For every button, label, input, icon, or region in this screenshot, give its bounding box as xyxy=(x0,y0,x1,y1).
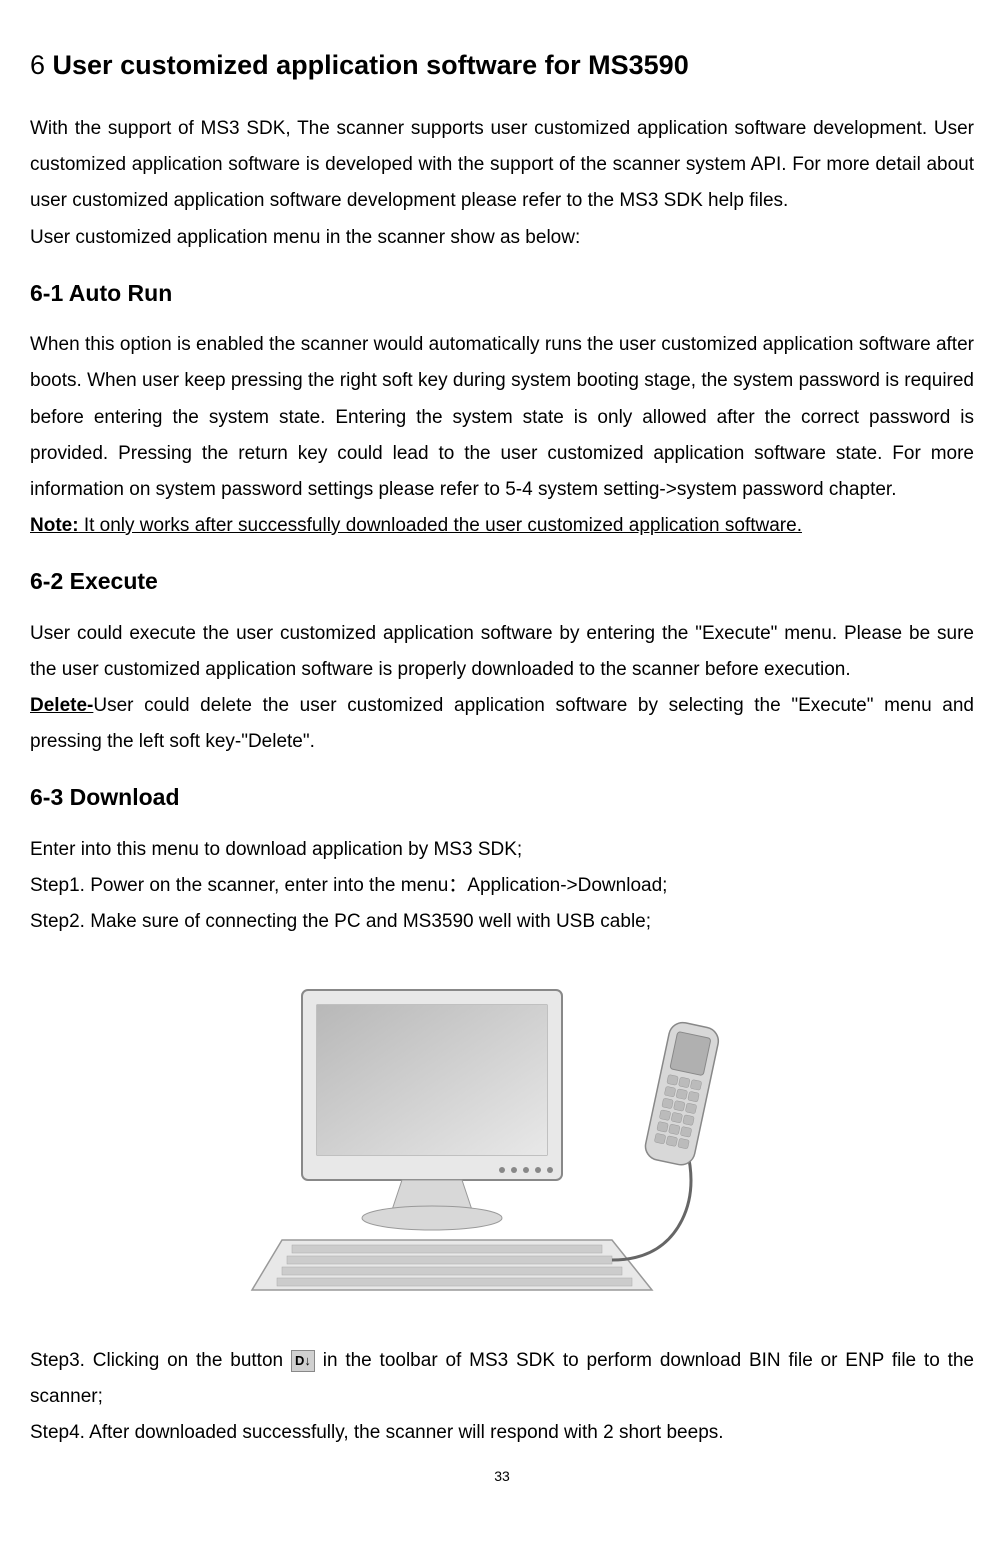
delete-text: User could delete the user customized ap… xyxy=(30,695,974,752)
delete-label: Delete- xyxy=(30,695,93,716)
intro-para-2: User customized application menu in the … xyxy=(30,220,974,256)
heading-6-1: 6-1 Auto Run xyxy=(30,272,974,316)
step-1: Step1. Power on the scanner, enter into … xyxy=(30,868,974,904)
step-4: Step4. After downloaded successfully, th… xyxy=(30,1415,974,1451)
step-3-text-a: Step3. Clicking on the button xyxy=(30,1350,291,1371)
heading-6-2: 6-2 Execute xyxy=(30,560,974,604)
heading-1: 6 User customized application software f… xyxy=(30,40,974,91)
section-6-1-note: Note: It only works after successfully d… xyxy=(30,508,974,544)
section-6-1-para: When this option is enabled the scanner … xyxy=(30,327,974,507)
heading-1-number: 6 xyxy=(30,50,53,80)
step-2: Step2. Make sure of connecting the PC an… xyxy=(30,904,974,940)
section-6-2-delete: Delete-User could delete the user custom… xyxy=(30,688,974,760)
heading-6-3: 6-3 Download xyxy=(30,776,974,820)
intro-para-1: With the support of MS3 SDK, The scanner… xyxy=(30,111,974,219)
download-button-icon: D↓ xyxy=(291,1350,315,1372)
section-6-3-intro: Enter into this menu to download applica… xyxy=(30,832,974,868)
pc-scanner-illustration xyxy=(242,970,762,1310)
step-3: Step3. Clicking on the button D↓ in the … xyxy=(30,1343,974,1415)
section-6-2-para-1: User could execute the user customized a… xyxy=(30,616,974,688)
heading-1-text: User customized application software for… xyxy=(53,50,689,80)
note-label: Note: xyxy=(30,515,79,536)
note-text: It only works after successfully downloa… xyxy=(79,515,802,536)
page-number: 33 xyxy=(30,1463,974,1490)
pc-scanner-figure xyxy=(30,970,974,1323)
